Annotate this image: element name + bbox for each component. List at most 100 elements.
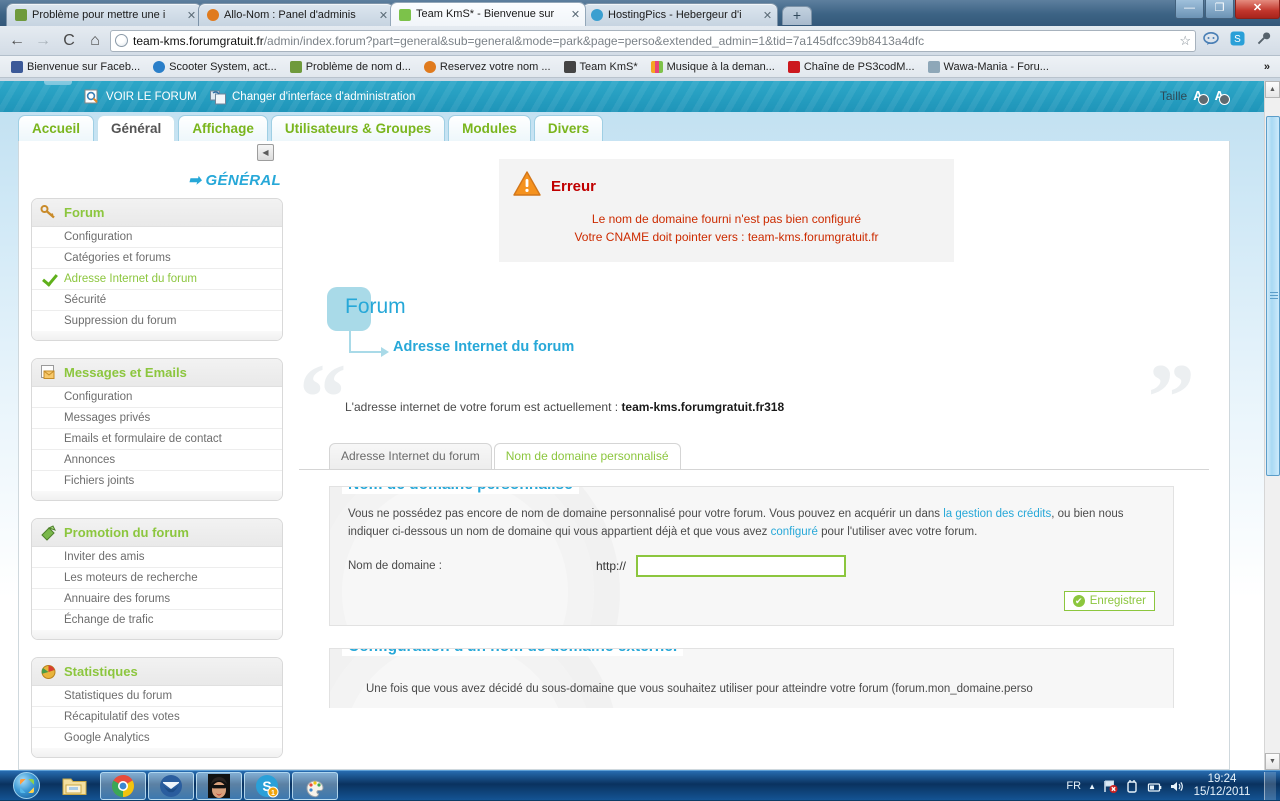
configure-link[interactable]: configuré <box>771 526 818 538</box>
sidebar-item-configuration-messages[interactable]: Configuration <box>32 387 282 408</box>
save-bar: ✔ Enregistrer <box>348 591 1155 611</box>
browser-tab-3[interactable]: HostingPics - Hebergeur d'i ✕ <box>582 3 778 26</box>
tray-expand-icon[interactable]: ▲ <box>1088 782 1096 791</box>
minimize-button[interactable]: — <box>1175 0 1204 19</box>
sidebar-item-annonces[interactable]: Annonces <box>32 450 282 471</box>
address-bar[interactable]: team-kms.forumgratuit.fr/admin/index.for… <box>110 30 1196 52</box>
page-scrollbar[interactable]: ▲ ▼ <box>1264 81 1280 770</box>
browser-tab-strip: Problème pour mettre une i ✕ Allo-Nom : … <box>0 0 1280 26</box>
scroll-up-arrow-icon[interactable]: ▲ <box>1265 81 1280 98</box>
windows-taskbar: S1 FR ▲ 19:24 15/12/2011 <box>0 770 1280 800</box>
sidebar-item-google-analytics[interactable]: Google Analytics <box>32 728 282 748</box>
tab-close-icon[interactable]: ✕ <box>378 9 389 22</box>
sidebar-item-annuaire-forums[interactable]: Annuaire des forums <box>32 589 282 610</box>
sidebar-item-emails-contact[interactable]: Emails et formulaire de contact <box>32 429 282 450</box>
sidebar-item-moteurs-recherche[interactable]: Les moteurs de recherche <box>32 568 282 589</box>
battery-icon[interactable] <box>1147 779 1162 794</box>
sidebar-item-adresse-internet[interactable]: Adresse Internet du forum <box>32 269 282 290</box>
sidebar-panel-statistiques: Statistiques Statistiques du forum Récap… <box>31 657 283 758</box>
megaphone-icon <box>40 524 57 541</box>
change-interface-label: Changer d'interface d'administration <box>232 91 415 103</box>
sidebar-item-fichiers-joints[interactable]: Fichiers joints <box>32 471 282 491</box>
font-decrease-button[interactable]: A <box>1193 88 1208 103</box>
tab-divers[interactable]: Divers <box>534 115 603 141</box>
bookmark-item[interactable]: Problème de nom d... <box>285 60 416 74</box>
tab-close-icon[interactable]: ✕ <box>570 8 581 21</box>
change-interface-link[interactable]: Changer d'interface d'administration <box>210 89 415 105</box>
breadcrumb-parent[interactable]: Forum <box>345 295 406 319</box>
view-forum-link[interactable]: VOIR LE FORUM <box>84 89 197 105</box>
gestion-credits-link[interactable]: la gestion des crédits <box>943 508 1051 520</box>
view-forum-label: VOIR LE FORUM <box>106 91 197 103</box>
language-indicator[interactable]: FR <box>1066 780 1081 792</box>
sidebar-item-suppression[interactable]: Suppression du forum <box>32 311 282 331</box>
globe-icon <box>115 34 128 47</box>
taskbar-explorer-icon[interactable] <box>52 772 98 800</box>
inner-tab-nom-domaine[interactable]: Nom de domaine personnalisé <box>494 443 681 469</box>
clock[interactable]: 19:24 15/12/2011 <box>1191 773 1253 799</box>
bookmark-item[interactable]: Chaîne de PS3codM... <box>783 60 920 74</box>
youtube-icon <box>788 61 800 73</box>
tab-close-icon[interactable]: ✕ <box>186 9 197 22</box>
device-icon[interactable] <box>1125 779 1140 794</box>
sidebar-item-statistiques-forum[interactable]: Statistiques du forum <box>32 686 282 707</box>
sidebar-collapse-button[interactable]: ◀ <box>257 144 274 161</box>
save-button[interactable]: ✔ Enregistrer <box>1064 591 1155 611</box>
forward-button[interactable]: → <box>32 30 54 52</box>
sidebar-item-recapitulatif-votes[interactable]: Récapitulatif des votes <box>32 707 282 728</box>
wrench-icon[interactable] <box>1252 30 1274 52</box>
bookmark-item[interactable]: Scooter System, act... <box>148 60 282 74</box>
close-window-button[interactable]: ✕ <box>1235 0 1280 19</box>
chat-icon[interactable] <box>1200 30 1222 52</box>
sidebar-panel-messages-emails: Messages et Emails Configuration Message… <box>31 358 283 501</box>
volume-icon[interactable] <box>1169 779 1184 794</box>
bookmarks-overflow-icon[interactable]: » <box>1264 61 1274 73</box>
inner-tab-adresse-internet[interactable]: Adresse Internet du forum <box>329 443 492 469</box>
tab-affichage[interactable]: Affichage <box>178 115 268 141</box>
admin-page: VOIR LE FORUM Changer d'interface d'admi… <box>0 81 1264 770</box>
taskbar-skype-icon[interactable]: S1 <box>244 772 290 800</box>
browser-tab-2[interactable]: Team KmS* - Bienvenue sur ✕ <box>390 2 586 26</box>
tab-close-icon[interactable]: ✕ <box>762 9 773 22</box>
error-messages: Le nom de domaine fourni n'est pas bien … <box>513 210 940 246</box>
taskbar-paint-icon[interactable] <box>292 772 338 800</box>
sidebar-item-inviter-amis[interactable]: Inviter des amis <box>32 547 282 568</box>
tab-modules[interactable]: Modules <box>448 115 531 141</box>
bookmark-label: Problème de nom d... <box>306 61 411 73</box>
sidebar-item-securite[interactable]: Sécurité <box>32 290 282 311</box>
tab-general[interactable]: Général <box>97 115 175 141</box>
sidebar-item-categories-forums[interactable]: Catégories et forums <box>32 248 282 269</box>
browser-tab-1[interactable]: Allo-Nom : Panel d'adminis ✕ <box>198 3 394 26</box>
tab-favicon <box>591 9 603 21</box>
maximize-button[interactable]: ❐ <box>1205 0 1234 19</box>
taskbar-chrome-icon[interactable] <box>100 772 146 800</box>
bookmark-item[interactable]: Musique à la deman... <box>646 60 780 74</box>
bookmark-item[interactable]: Wawa-Mania - Foru... <box>923 60 1054 74</box>
sidebar-item-configuration[interactable]: Configuration <box>32 227 282 248</box>
skype-icon[interactable]: S <box>1226 30 1248 52</box>
sidebar-item-messages-prives[interactable]: Messages privés <box>32 408 282 429</box>
bookmark-item[interactable]: Team KmS* <box>559 60 643 74</box>
back-button[interactable]: ← <box>6 30 28 52</box>
font-increase-button[interactable]: A <box>1215 88 1230 103</box>
sidebar-item-echange-trafic[interactable]: Échange de trafic <box>32 610 282 630</box>
domain-input[interactable] <box>636 555 846 577</box>
bookmark-star-icon[interactable]: ☆ <box>1175 33 1191 49</box>
window-controls: — ❐ ✕ <box>1174 0 1280 19</box>
tab-utilisateurs-groupes[interactable]: Utilisateurs & Groupes <box>271 115 445 141</box>
bookmark-item[interactable]: Bienvenue sur Faceb... <box>6 60 145 74</box>
panel-list: Statistiques du forum Récapitulatif des … <box>32 686 282 748</box>
show-desktop-button[interactable] <box>1264 772 1276 800</box>
bookmark-item[interactable]: Reservez votre nom ... <box>419 60 556 74</box>
scrollbar-thumb[interactable] <box>1266 116 1280 476</box>
new-tab-button[interactable]: + <box>782 6 812 25</box>
start-button[interactable] <box>2 772 50 800</box>
taskbar-thunderbird-icon[interactable] <box>148 772 194 800</box>
scroll-down-arrow-icon[interactable]: ▼ <box>1265 753 1280 770</box>
taskbar-photo-icon[interactable] <box>196 772 242 800</box>
network-error-icon[interactable] <box>1103 779 1118 794</box>
home-icon[interactable]: ⌂ <box>84 30 106 52</box>
reload-icon[interactable]: C <box>58 30 80 52</box>
tab-accueil[interactable]: Accueil <box>18 115 94 141</box>
browser-tab-0[interactable]: Problème pour mettre une i ✕ <box>6 3 202 26</box>
